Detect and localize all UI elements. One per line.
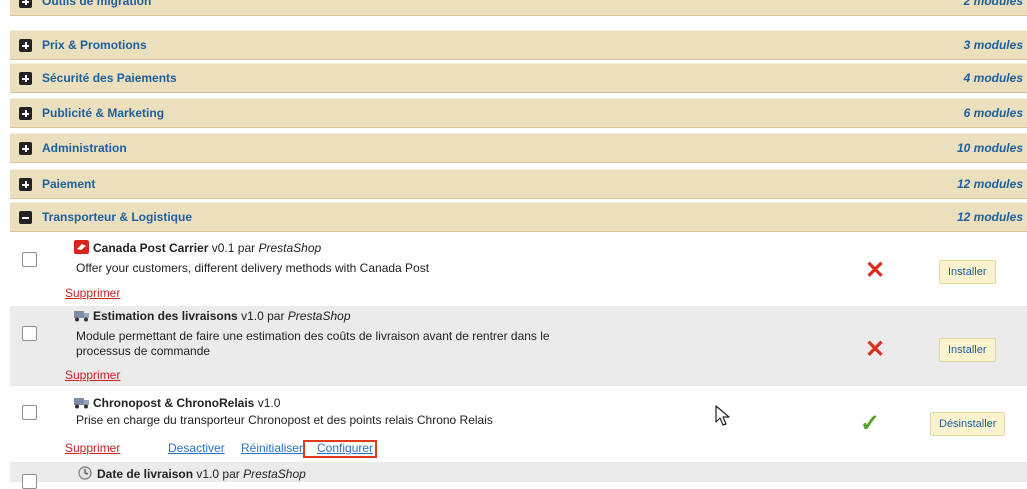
module-version: v0.1: [211, 241, 235, 255]
category-name[interactable]: Outils de migration: [42, 0, 151, 8]
category-count: 4 modules: [963, 71, 1023, 85]
module-version: v1.0: [257, 396, 281, 410]
expand-icon[interactable]: [19, 72, 32, 85]
module-description: Prise en charge du transporteur Chronopo…: [76, 413, 493, 427]
expand-icon[interactable]: [19, 39, 32, 52]
category-count: 12 modules: [956, 210, 1023, 224]
module-by: par: [222, 467, 240, 481]
expand-icon[interactable]: [19, 0, 32, 8]
category-count: 12 modules: [956, 177, 1023, 191]
not-installed-icon: ✕: [865, 257, 886, 284]
category-name[interactable]: Publicité & Marketing: [42, 106, 164, 120]
category-row-administration[interactable]: Administration 10 modules: [10, 133, 1027, 163]
module-by: par: [237, 241, 256, 255]
category-name[interactable]: Prix & Promotions: [42, 38, 147, 52]
module-title: Canada Post Carrier v0.1 par PrestaShop: [74, 240, 321, 255]
category-name[interactable]: Transporteur & Logistique: [42, 210, 192, 224]
module-name: Chronopost & ChronoRelais: [93, 396, 255, 410]
installed-check-icon: ✓: [860, 410, 881, 437]
module-description-line: Module permettant de faire une estimatio…: [76, 329, 550, 343]
category-row-publicite-marketing[interactable]: Publicité & Marketing 6 modules: [10, 98, 1027, 128]
deactivate-link[interactable]: Desactiver: [168, 441, 225, 455]
module-row-date-livraison: Date de livraison v1.0 par PrestaShop: [10, 462, 1027, 489]
category-row-securite-paiements[interactable]: Sécurité des Paiements 4 modules: [10, 63, 1027, 93]
module-version: v1.0: [196, 467, 220, 481]
expand-icon[interactable]: [19, 107, 32, 120]
expand-icon[interactable]: [19, 142, 32, 155]
truck-icon: [74, 396, 89, 409]
install-button[interactable]: Installer: [939, 338, 996, 362]
canada-post-icon: [74, 240, 89, 254]
module-row-estimation-livraisons: Estimation des livraisons v1.0 par Prest…: [10, 306, 1027, 386]
category-count: 3 modules: [963, 38, 1023, 52]
category-row-transporteur-logistique[interactable]: Transporteur & Logistique 12 modules: [10, 202, 1027, 232]
module-description: Module permettant de faire une estimatio…: [76, 329, 550, 359]
module-title: Chronopost & ChronoRelais v1.0: [74, 396, 280, 410]
module-author: PrestaShop: [243, 467, 306, 481]
category-row-prix-promotions[interactable]: Prix & Promotions 3 modules: [10, 30, 1027, 60]
delete-link[interactable]: Supprimer: [65, 286, 120, 300]
category-name[interactable]: Sécurité des Paiements: [42, 71, 177, 85]
category-name[interactable]: Paiement: [42, 177, 95, 191]
category-row-paiement[interactable]: Paiement 12 modules: [10, 169, 1027, 199]
module-checkbox[interactable]: [22, 252, 37, 267]
uninstall-button[interactable]: Désinstaller: [930, 412, 1006, 436]
module-author: PrestaShop: [287, 309, 351, 323]
category-name[interactable]: Administration: [42, 141, 127, 155]
category-count: 6 modules: [963, 106, 1023, 120]
module-row-canada-post: Canada Post Carrier v0.1 par PrestaShop …: [10, 232, 1027, 306]
module-checkbox[interactable]: [22, 405, 37, 420]
module-checkbox[interactable]: [22, 326, 37, 341]
module-checkbox[interactable]: [22, 474, 37, 489]
delete-link[interactable]: Supprimer: [65, 441, 120, 455]
mouse-pointer-icon: [715, 405, 730, 426]
module-description-line: processus de commande: [76, 344, 211, 358]
category-count: 10 modules: [956, 141, 1023, 155]
not-installed-icon: ✕: [865, 336, 886, 363]
module-author: PrestaShop: [258, 241, 322, 255]
category-count: 2 modules: [963, 0, 1023, 8]
category-row-migration[interactable]: Outils de migration 2 modules: [10, 0, 1027, 16]
module-name: Date de livraison: [97, 467, 194, 481]
module-name: Canada Post Carrier: [93, 241, 209, 255]
module-row-chronopost: Chronopost & ChronoRelais v1.0 Prise en …: [10, 386, 1027, 462]
module-description: Offer your customers, different delivery…: [76, 261, 430, 275]
module-version: v1.0: [241, 309, 264, 323]
clock-icon: [78, 466, 93, 480]
module-by: par: [267, 309, 285, 323]
module-title: Date de livraison v1.0 par PrestaShop: [78, 466, 306, 481]
delete-link[interactable]: Supprimer: [65, 368, 120, 382]
configure-highlight-box: [303, 440, 377, 458]
collapse-icon[interactable]: [19, 211, 32, 224]
reset-link[interactable]: Réinitialiser: [241, 441, 303, 455]
module-name: Estimation des livraisons: [93, 309, 238, 323]
expand-icon[interactable]: [19, 178, 32, 191]
module-title: Estimation des livraisons v1.0 par Prest…: [74, 309, 351, 323]
install-button[interactable]: Installer: [939, 260, 996, 284]
truck-icon: [74, 309, 89, 322]
